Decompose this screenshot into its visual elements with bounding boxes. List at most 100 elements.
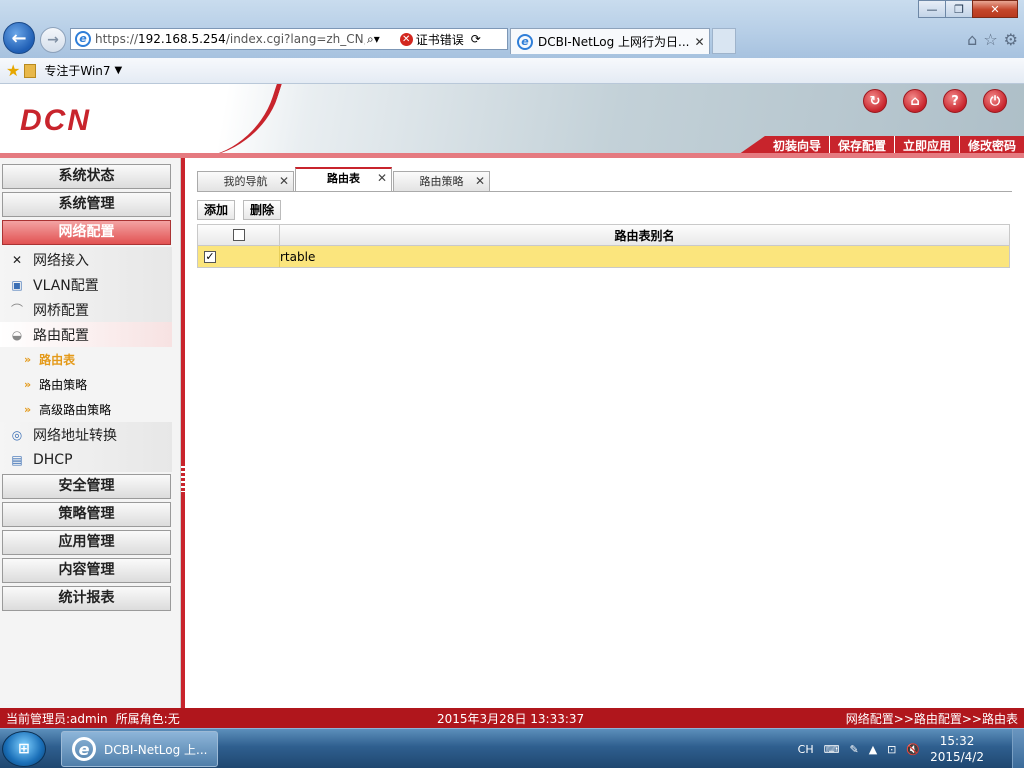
dcn-logo: DCN [20,104,91,137]
menu-security[interactable]: 安全管理 [2,474,171,499]
close-icon[interactable]: ✕ [377,168,387,188]
menu-network-config[interactable]: 网络配置 [2,220,171,245]
menu-system-management[interactable]: 系统管理 [2,192,171,217]
browser-tools: ⌂ ☆ ⚙ [967,30,1018,49]
favorites-bar: ★ 专注于Win7 ▼ [0,58,1024,84]
show-desktop-button[interactable] [1012,729,1024,768]
close-tab-icon[interactable]: ✕ [694,35,704,49]
taskbar-item-label: DCBI-NetLog 上... [104,742,208,757]
tab-label: 我的导航 [223,175,268,188]
sidebar-item-network-access[interactable]: ✕ 网络接入 [0,247,172,272]
folder-icon [24,63,37,78]
tab-label: 路由策略 [419,175,464,188]
browser-tab[interactable]: e DCBI-NetLog 上网行为日... ✕ [510,28,710,54]
select-all-checkbox[interactable] [232,229,245,241]
logout-icon[interactable]: ⏻ [983,89,1007,113]
bridge-icon: ⌒ [10,303,23,317]
arrow-right-icon: » [24,353,32,366]
address-bar[interactable]: e https://192.168.5.254/index.cgi?lang=z… [70,28,508,50]
menu-policy[interactable]: 策略管理 [2,502,171,527]
search-icon[interactable]: ⌕▾ [367,32,380,47]
tab-route-table[interactable]: 路由表 ✕ [295,167,392,192]
start-button[interactable]: ⊞ [2,731,46,767]
status-datetime: 2015年3月28日 13:33:37 [437,711,585,726]
sidebar: 系统状态 系统管理 网络配置 ✕ 网络接入 ▣ VLAN配置 ⌒ 网桥配置 ◒ … [0,158,181,708]
language-indicator[interactable]: CH [798,743,814,756]
sidebar-item-label: DHCP [33,451,73,468]
sidebar-item-label: 网络接入 [33,252,89,269]
sidebar-item-routing[interactable]: ◒ 路由配置 [0,322,172,347]
nat-icon: ◎ [11,427,23,442]
vlan-icon: ▣ [11,277,23,292]
ie-page-icon: e [75,31,91,47]
menu-reports[interactable]: 统计报表 [2,586,171,611]
sidebar-item-label: 路由配置 [33,327,89,344]
close-icon[interactable]: ✕ [475,171,485,191]
sidebar-leaf-label: 路由策略 [39,378,88,392]
favorites-item[interactable]: 专注于Win7 [44,62,110,79]
forward-button[interactable]: → [40,27,66,53]
clock-date: 2015/4/2 [930,750,984,764]
route-table-grid: 路由表别名 ✓ rtable [197,224,1010,268]
menu-content[interactable]: 内容管理 [2,558,171,583]
new-tab-button[interactable] [712,28,736,54]
windows-taskbar: ⊞ e DCBI-NetLog 上... CH ⌨ ✎ ▲ ⊡ 🔇 15:32 … [0,728,1024,768]
chevron-down-icon[interactable]: ▼ [115,65,123,76]
browser-titlebar: — ❐ ✕ ← → e https://192.168.5.254/index.… [0,0,1024,58]
router-icon: ◒ [11,327,23,342]
sidebar-leaf-label: 路由表 [39,353,76,367]
delete-button[interactable]: 删除 [243,200,282,220]
tab-my-navigation[interactable]: 我的导航 ✕ [197,171,294,192]
help-icon[interactable]: ? [943,89,967,113]
row-alias-cell: rtable [280,249,316,264]
add-button[interactable]: 添加 [197,200,236,220]
home-icon[interactable]: ⌂ [967,30,977,49]
app-header: DCN ↻ ⌂ ? ⏻ 初装向导 保存配置 立即应用 修改密码 [0,84,1024,157]
taskbar-item-ie[interactable]: e DCBI-NetLog 上... [61,731,218,767]
system-tray: CH ⌨ ✎ ▲ ⊡ 🔇 15:32 2015/4/2 [798,729,984,768]
breadcrumb: 网络配置>>路由配置>>路由表 [845,711,1018,726]
sidebar-item-vlan[interactable]: ▣ VLAN配置 [0,272,172,297]
table-row[interactable]: ✓ rtable [198,246,1009,267]
dhcp-icon: ▤ [11,452,23,467]
clock[interactable]: 15:32 2015/4/2 [930,733,984,765]
column-header-alias[interactable]: 路由表别名 [280,225,1009,245]
favorites-star-icon[interactable]: ☆ [983,30,997,49]
error-icon: ✕ [399,32,413,46]
pen-icon[interactable]: ✎ [849,743,858,756]
refresh-icon[interactable]: ⟳ [471,32,481,46]
maximize-button[interactable]: ❐ [945,0,973,18]
volume-muted-icon[interactable]: 🔇 [906,743,920,756]
certificate-error-label: 证书错误 [415,32,464,47]
browser-tab-title: DCBI-NetLog 上网行为日... [538,35,690,49]
sidebar-item-label: 网络地址转换 [33,427,117,444]
refresh-icon[interactable]: ↻ [863,89,887,113]
minimize-button[interactable]: — [918,0,946,18]
menu-application[interactable]: 应用管理 [2,530,171,555]
tab-underline [197,191,1012,192]
close-window-button[interactable]: ✕ [972,0,1018,18]
window-controls: — ❐ ✕ [918,0,1018,18]
network-access-icon: ✕ [11,252,23,267]
row-checkbox[interactable]: ✓ [204,250,216,263]
sidebar-leaf-route-table[interactable]: » 路由表 [24,347,75,372]
back-button[interactable]: ← [3,22,35,54]
home-icon[interactable]: ⌂ [903,89,927,113]
url-text[interactable]: https://192.168.5.254/index.cgi?lang=zh_… [95,32,365,46]
network-icon[interactable]: ⊡ [887,743,896,756]
keyboard-icon[interactable]: ⌨ [824,743,840,756]
close-icon[interactable]: ✕ [279,171,289,191]
sidebar-leaf-advanced-route-policy[interactable]: » 高级路由策略 [24,397,111,422]
sidebar-item-nat[interactable]: ◎ 网络地址转换 [0,422,172,447]
sidebar-leaf-route-policy[interactable]: » 路由策略 [24,372,87,397]
sidebar-item-bridge[interactable]: ⌒ 网桥配置 [0,297,172,322]
table-header: 路由表别名 [198,225,1009,246]
gear-icon[interactable]: ⚙ [1004,30,1018,49]
certificate-error[interactable]: ✕ 证书错误 ⟳ [399,31,481,48]
show-hidden-icon[interactable]: ▲ [869,743,877,756]
menu-system-status[interactable]: 系统状态 [2,164,171,189]
tab-route-policy[interactable]: 路由策略 ✕ [393,171,490,192]
sidebar-item-dhcp[interactable]: ▤ DHCP [0,447,172,472]
clock-time: 15:32 [939,734,975,748]
favorites-add-icon[interactable]: ★ [6,61,20,80]
